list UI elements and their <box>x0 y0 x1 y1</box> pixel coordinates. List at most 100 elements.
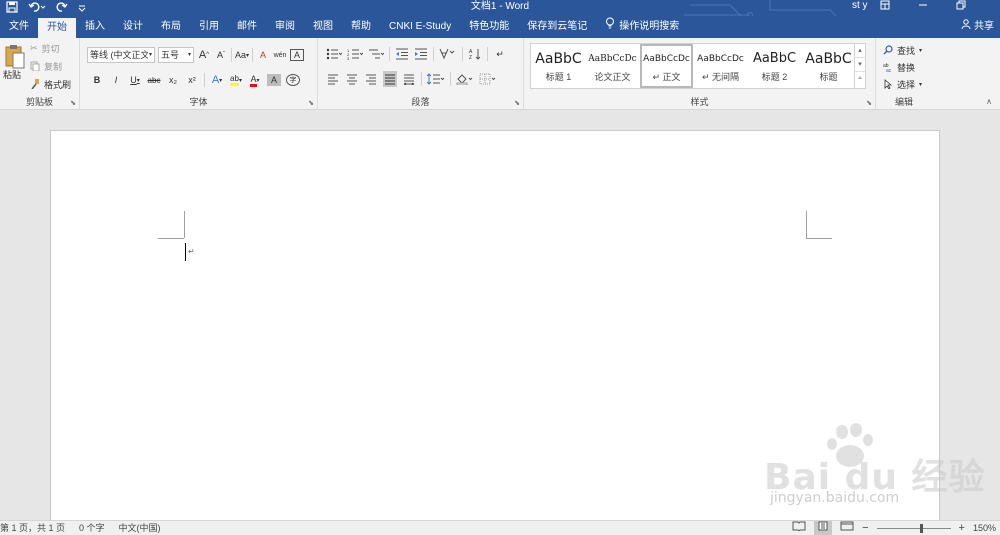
grow-font-button[interactable]: A ^ <box>197 47 211 63</box>
tab-layout[interactable]: 布局 <box>152 16 190 38</box>
styles-launcher-icon[interactable]: ⬊ <box>866 99 872 107</box>
zoom-slider-thumb[interactable] <box>919 523 923 533</box>
replace-icon: ab ac <box>883 62 893 74</box>
web-layout-icon[interactable] <box>840 521 854 535</box>
decrease-indent-button[interactable] <box>395 46 409 62</box>
clear-formatting-button[interactable]: A <box>256 47 270 63</box>
cut-label: 剪切 <box>41 44 60 54</box>
style-heading-1[interactable]: AaBbC 标题 1 <box>532 46 585 86</box>
word-count[interactable]: 0 个字 <box>79 521 105 535</box>
ribbon-display-icon[interactable] <box>880 0 890 14</box>
tab-view[interactable]: 视图 <box>304 16 342 38</box>
select-button[interactable]: 选择 ▾ <box>883 78 922 91</box>
zoom-in-icon[interactable]: + <box>959 521 965 535</box>
subscript-button[interactable]: x₂ <box>166 72 180 88</box>
style-thesis-body[interactable]: AaBbCcDc 论文正文 <box>586 46 639 86</box>
increase-indent-button[interactable] <box>414 46 428 62</box>
italic-button[interactable]: I <box>109 72 123 88</box>
shrink-font-button[interactable]: Aˇ <box>214 47 228 63</box>
align-right-button[interactable] <box>364 71 378 87</box>
share-button[interactable]: 共享 <box>961 16 994 38</box>
character-shading-button[interactable]: A <box>267 74 281 86</box>
tab-references[interactable]: 引用 <box>190 16 228 38</box>
align-center-button[interactable] <box>345 71 359 87</box>
text-effects-button[interactable]: A ▾ <box>210 72 224 88</box>
strikethrough-button[interactable]: abc <box>147 72 161 88</box>
style-no-spacing[interactable]: AaBbCcDc ↵ 无间隔 <box>694 46 747 86</box>
page-count[interactable]: 第 1 页，共 1 页 <box>0 521 65 535</box>
gallery-more-icon[interactable]: ⩡ <box>855 72 865 86</box>
separator <box>421 72 422 86</box>
bullets-button[interactable] <box>326 46 342 62</box>
find-label: 查找 <box>897 46 916 56</box>
style-preview: AaBbC <box>535 51 582 67</box>
chinese-layout-button[interactable] <box>439 46 457 62</box>
tab-file[interactable]: 文件 <box>0 16 38 38</box>
change-case-button[interactable]: Aa ▾ <box>235 47 249 63</box>
restore-icon[interactable] <box>956 0 966 14</box>
tab-cnki[interactable]: CNKI E-Study <box>380 16 460 38</box>
separator <box>252 48 254 62</box>
phonetic-guide-button[interactable]: wén <box>273 47 287 63</box>
crop-mark <box>158 238 184 239</box>
line-spacing-button[interactable] <box>427 71 445 87</box>
zoom-out-icon[interactable]: − <box>862 521 868 535</box>
clipboard-launcher-icon[interactable]: ⬊ <box>70 99 76 107</box>
bold-button[interactable]: B <box>90 72 104 88</box>
numbering-button[interactable]: 123 <box>347 46 363 62</box>
font-size-combo[interactable]: 五号 ▾ <box>158 47 194 63</box>
format-painter-label: 格式刷 <box>44 80 72 90</box>
gallery-scroll: ▴ ▾ ⩡ <box>854 44 865 88</box>
user-name[interactable]: st y <box>852 0 868 12</box>
paragraph-launcher-icon[interactable]: ⬊ <box>514 99 520 107</box>
style-heading-2[interactable]: AaBbC 标题 2 <box>748 46 801 86</box>
show-marks-button[interactable]: ↵ <box>493 46 507 62</box>
underline-button[interactable]: U ▾ <box>128 72 142 88</box>
distributed-button[interactable] <box>402 71 416 87</box>
font-name-combo[interactable]: 等线 (中文正文 ▾ <box>87 47 155 63</box>
zoom-slider[interactable] <box>876 523 951 533</box>
font-size-value: 五号 <box>161 50 180 60</box>
sort-button[interactable]: AZ <box>468 46 482 62</box>
font-launcher-icon[interactable]: ⬊ <box>308 99 314 107</box>
style-normal[interactable]: AaBbCcDc ↵ 正文 <box>640 44 693 88</box>
lightbulb-icon <box>605 16 615 38</box>
character-border-button[interactable]: A <box>290 49 305 61</box>
align-left-button[interactable] <box>326 71 340 87</box>
tab-home[interactable]: 开始 <box>38 18 76 38</box>
tab-design[interactable]: 设计 <box>114 16 152 38</box>
read-mode-icon[interactable] <box>792 521 806 535</box>
shading-button[interactable] <box>456 71 474 87</box>
tab-cloud-note[interactable]: 保存到云笔记 <box>518 16 596 38</box>
superscript-button[interactable]: x² <box>185 72 199 88</box>
replace-button[interactable]: ab ac 替换 <box>883 61 915 74</box>
tell-me-search[interactable]: 操作说明搜索 <box>596 16 688 38</box>
minimize-icon[interactable] <box>918 0 928 14</box>
enclose-characters-button[interactable]: 字 <box>286 74 300 86</box>
style-preview: AaBbCcDc <box>643 54 690 64</box>
multilevel-list-button[interactable] <box>368 46 384 62</box>
cut-button[interactable]: ✂ 剪切 <box>30 42 60 55</box>
zoom-level[interactable]: 150% <box>973 521 996 535</box>
justify-button[interactable] <box>383 71 397 87</box>
find-button[interactable]: 查找 ▾ <box>883 44 922 57</box>
highlight-button[interactable]: ab ▾ <box>229 72 243 88</box>
gallery-up-icon[interactable]: ▴ <box>855 44 865 58</box>
paste-icon <box>5 45 25 69</box>
borders-button[interactable] <box>479 71 497 87</box>
format-painter-button[interactable]: 格式刷 <box>30 78 71 91</box>
tab-features[interactable]: 特色功能 <box>460 16 518 38</box>
collapse-ribbon-icon[interactable]: ∧ <box>986 97 992 106</box>
font-color-button[interactable]: A ▾ <box>248 72 262 88</box>
gallery-down-icon[interactable]: ▾ <box>855 58 865 72</box>
tab-insert[interactable]: 插入 <box>76 16 114 38</box>
tab-mailings[interactable]: 邮件 <box>228 16 266 38</box>
tab-help[interactable]: 帮助 <box>342 16 380 38</box>
style-title[interactable]: AaBbC 标题 <box>802 46 855 86</box>
copy-button[interactable]: 复制 <box>30 60 62 73</box>
print-layout-icon[interactable] <box>814 521 833 535</box>
language-status[interactable]: 中文(中国) <box>119 521 161 535</box>
status-bar: 第 1 页，共 1 页 0 个字 中文(中国) − + 150% <box>0 520 1000 535</box>
copy-label: 复制 <box>44 62 63 72</box>
tab-review[interactable]: 审阅 <box>266 16 304 38</box>
